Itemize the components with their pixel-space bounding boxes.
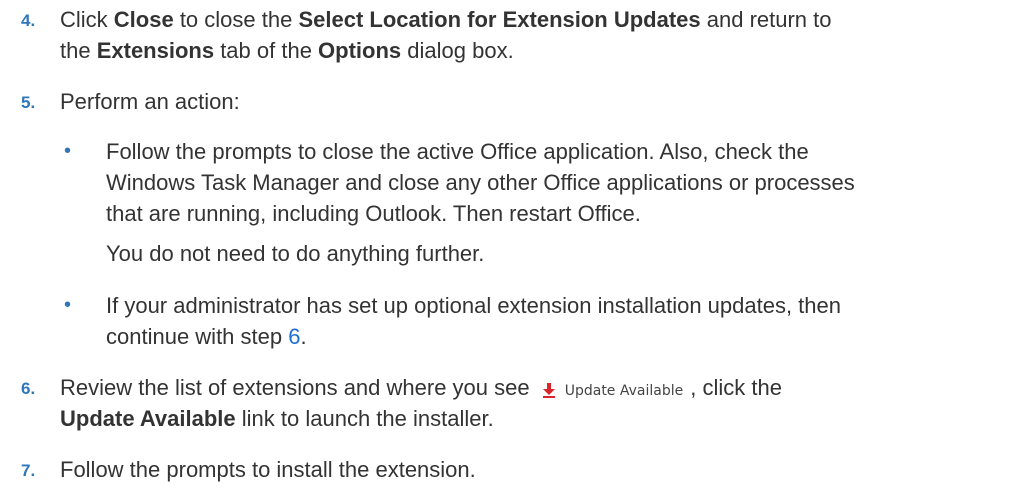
text-run: Click bbox=[60, 7, 114, 32]
step-text: Click Close to close the Select Location… bbox=[60, 4, 1008, 66]
bullet-text: Follow the prompts to close the active O… bbox=[106, 136, 986, 229]
ui-term-extensions: Extensions bbox=[96, 38, 215, 63]
text-run: Review the list of extensions and where … bbox=[60, 375, 536, 400]
step-line: Click Close to close the Select Location… bbox=[60, 4, 1008, 35]
step-number: 7. bbox=[21, 461, 36, 480]
text-run: link to launch the installer. bbox=[235, 406, 494, 431]
text-run: tab of the bbox=[214, 38, 319, 63]
bullet-icon: • bbox=[64, 140, 72, 162]
text-run: dialog box. bbox=[401, 38, 514, 63]
step-text: Follow the prompts to install the extens… bbox=[60, 457, 476, 482]
step-line: the Extensions tab of the Options dialog… bbox=[60, 35, 1008, 66]
text-run: and return to bbox=[700, 7, 832, 32]
step-text: Review the list of extensions and where … bbox=[60, 372, 1008, 434]
bullet-note-text: You do not need to do anything further. bbox=[106, 241, 485, 266]
update-available-image: Update Available bbox=[540, 382, 687, 400]
text-run: to close the bbox=[173, 7, 299, 32]
ui-term-options: Options bbox=[318, 38, 402, 63]
step-number: 6. bbox=[21, 379, 36, 398]
step-line: Review the list of extensions and where … bbox=[60, 372, 1008, 403]
text-run: the bbox=[60, 38, 97, 63]
bullet-line: continue with step 6. bbox=[106, 321, 986, 352]
bullet-line: If your administrator has set up optiona… bbox=[106, 293, 842, 318]
step-number: 4. bbox=[21, 11, 36, 30]
bullet-line: Follow the prompts to close the active O… bbox=[106, 139, 809, 164]
step-6-link[interactable]: 6 bbox=[288, 324, 300, 349]
bullet-text: If your administrator has set up optiona… bbox=[106, 290, 986, 352]
step-text: Perform an action: bbox=[60, 89, 240, 114]
bullet-icon: • bbox=[64, 294, 72, 316]
text-run: . bbox=[300, 324, 307, 349]
update-available-label: Update Available bbox=[564, 382, 684, 399]
text-run: , click the bbox=[690, 375, 782, 400]
step-line: Update Available link to launch the inst… bbox=[60, 403, 1008, 434]
download-arrow-icon bbox=[542, 383, 555, 398]
step-number: 5. bbox=[21, 93, 36, 112]
ui-term-close: Close bbox=[113, 7, 174, 32]
ui-term-update-available: Update Available bbox=[60, 406, 236, 431]
bullet-line: Windows Task Manager and close any other… bbox=[106, 170, 855, 195]
bullet-line: that are running, including Outlook. The… bbox=[106, 201, 641, 226]
ui-term-select-location: Select Location for Extension Updates bbox=[298, 7, 701, 32]
text-run: continue with step bbox=[106, 324, 289, 349]
